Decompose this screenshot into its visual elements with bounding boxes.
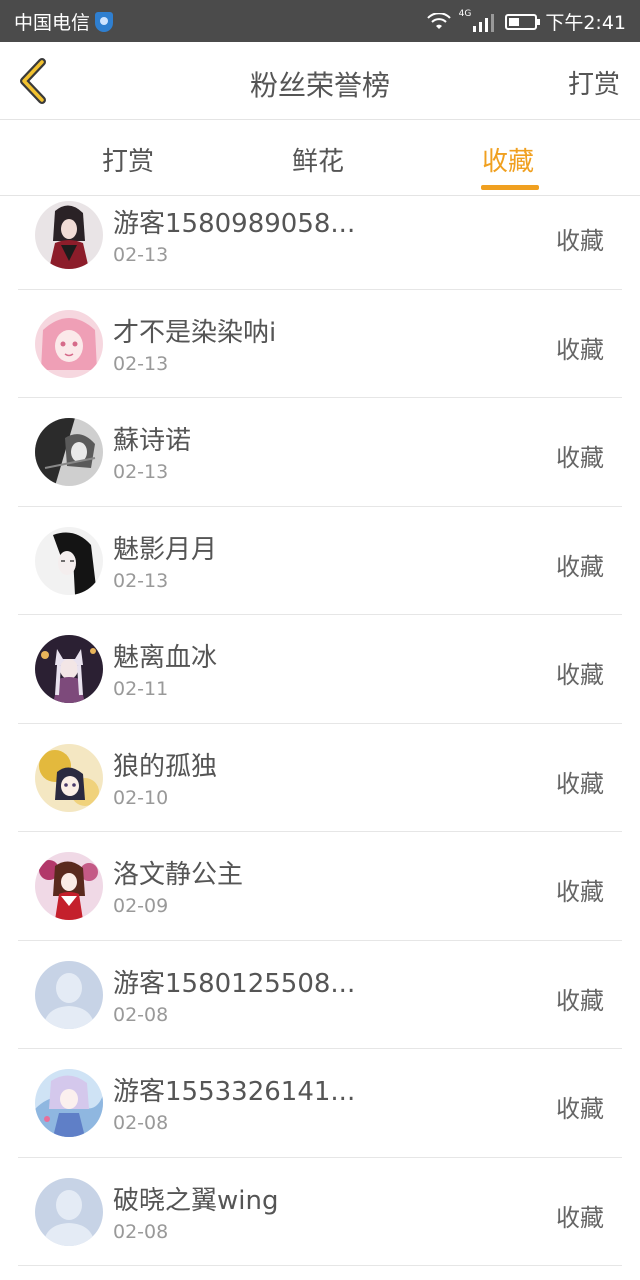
- user-avatar[interactable]: [35, 743, 103, 812]
- item-type-label: 收藏: [556, 227, 604, 255]
- tab-flowers[interactable]: 鲜花: [292, 141, 344, 178]
- status-left: 中国电信: [14, 8, 114, 35]
- item-type-label: 收藏: [556, 986, 604, 1015]
- security-shield-icon: [95, 11, 114, 32]
- user-name: 洛文静公主: [113, 860, 244, 890]
- user-avatar[interactable]: [35, 960, 103, 1029]
- user-name: 游客1553326141...: [113, 1077, 356, 1107]
- item-date: 02-13: [113, 569, 169, 592]
- user-avatar[interactable]: [35, 1069, 103, 1137]
- user-name: 游客1580989058...: [113, 209, 356, 239]
- item-date: 02-08: [113, 1112, 169, 1134]
- battery-icon: [505, 13, 541, 30]
- item-type-label: 收藏: [556, 335, 604, 364]
- user-name: 蘇诗诺: [113, 426, 192, 456]
- wifi-icon: [426, 12, 451, 29]
- item-date: 02-10: [113, 786, 169, 809]
- item-type-label: 收藏: [556, 1203, 604, 1232]
- user-name: 魅离血冰: [113, 643, 218, 673]
- list-item[interactable]: 魅影月月 02-13 收藏: [18, 507, 622, 615]
- list-item[interactable]: 洛文静公主 02-09 收藏: [18, 832, 622, 941]
- list-item[interactable]: 游客1580989058... 02-13 收藏: [18, 181, 622, 290]
- user-name: 才不是染染呐i: [113, 317, 277, 348]
- item-date: 02-09: [113, 895, 169, 917]
- item-date: 02-13: [113, 244, 169, 266]
- carrier-name: 中国电信: [14, 12, 91, 34]
- user-name: 破晓之翼wing: [113, 1185, 279, 1216]
- list-item[interactable]: 破晓之翼wing 02-08 收藏: [18, 1158, 622, 1266]
- item-type-label: 收藏: [556, 661, 604, 689]
- user-avatar[interactable]: [35, 418, 103, 486]
- status-bar: 中国电信 4G 下午2:41: [0, 0, 640, 42]
- item-date: 02-13: [113, 352, 169, 375]
- list-item[interactable]: 游客1553326141... 02-08 收藏: [18, 1049, 622, 1158]
- tab-favorites[interactable]: 收藏: [482, 141, 534, 178]
- list-item[interactable]: 狼的孤独 02-10 收藏: [18, 724, 622, 832]
- user-avatar[interactable]: [35, 526, 103, 595]
- list-item[interactable]: 魅离血冰 02-11 收藏: [18, 615, 622, 724]
- network-type: 4G: [458, 8, 472, 19]
- item-date: 02-11: [113, 678, 169, 700]
- user-avatar[interactable]: [35, 201, 103, 269]
- list-item[interactable]: 蘇诗诺 02-13 收藏: [18, 398, 622, 507]
- clock: 下午2:41: [545, 12, 626, 34]
- signal-icon: [473, 13, 495, 32]
- item-type-label: 收藏: [556, 444, 604, 472]
- item-type-label: 收藏: [556, 1095, 604, 1123]
- page-title: 粉丝荣誉榜: [249, 69, 390, 102]
- user-avatar[interactable]: [35, 309, 103, 378]
- user-name: 狼的孤独: [113, 751, 218, 782]
- user-avatar[interactable]: [35, 852, 103, 920]
- item-type-label: 收藏: [556, 878, 604, 906]
- status-right: 4G 下午2:41: [426, 8, 626, 35]
- user-avatar[interactable]: [35, 635, 103, 703]
- user-avatar[interactable]: [35, 1177, 103, 1246]
- item-date: 02-08: [113, 1220, 169, 1243]
- app-header: 粉丝荣誉榜 打赏: [0, 42, 640, 120]
- item-type-label: 收藏: [556, 552, 604, 581]
- user-name: 游客1580125508...: [113, 968, 356, 999]
- tab-reward[interactable]: 打赏: [102, 141, 154, 178]
- fan-list: 游客1580989058... 02-13 收藏 才不是染染呐i 02-13 收…: [18, 181, 622, 1266]
- item-date: 02-08: [113, 1003, 169, 1026]
- list-item[interactable]: 游客1580125508... 02-08 收藏: [18, 941, 622, 1049]
- item-type-label: 收藏: [556, 769, 604, 798]
- reward-button[interactable]: 打赏: [568, 64, 620, 101]
- user-name: 魅影月月: [113, 534, 218, 565]
- item-date: 02-13: [113, 461, 169, 483]
- list-item[interactable]: 才不是染染呐i 02-13 收藏: [18, 290, 622, 398]
